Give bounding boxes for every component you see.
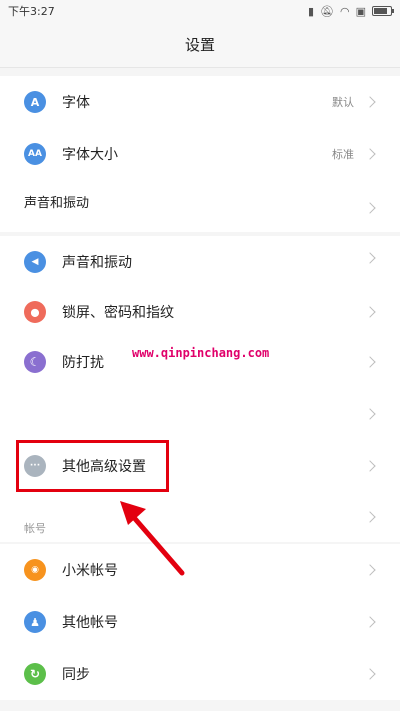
battery-icon bbox=[372, 6, 394, 16]
setting-row-blank[interactable] bbox=[0, 388, 400, 440]
font-icon: A bbox=[24, 91, 46, 113]
chevron-right-icon bbox=[364, 148, 376, 160]
page-title: 设置 bbox=[0, 22, 400, 68]
setting-row-lockscreen[interactable]: ⬤ 锁屏、密码和指纹 bbox=[0, 286, 400, 338]
chevron-right-icon bbox=[364, 511, 376, 523]
sync-icon: ↻ bbox=[24, 663, 46, 685]
chevron-right-icon bbox=[364, 564, 376, 576]
sim-icon: ▣ bbox=[355, 4, 366, 18]
setting-row-dnd[interactable]: ☾ 防打扰 bbox=[0, 336, 400, 388]
wifi-icon: ◠ bbox=[339, 4, 350, 18]
setting-row-sound-vibration-2[interactable]: ◀ 声音和振动 bbox=[0, 236, 400, 288]
chevron-right-icon bbox=[364, 306, 376, 318]
signal-icon: ▮ bbox=[307, 4, 315, 18]
setting-label: 字体大小 bbox=[62, 147, 118, 163]
section-header-account: 帐号 bbox=[24, 522, 46, 535]
account-icon: ♟ bbox=[24, 611, 46, 633]
watermark: www.qinpinchang.com bbox=[132, 346, 270, 360]
status-icons: ▮ 🔕︎ ◠ ▣ bbox=[307, 4, 394, 18]
arrow-annotation bbox=[120, 501, 185, 576]
chevron-right-icon bbox=[364, 202, 376, 214]
font-size-icon: AA bbox=[24, 143, 46, 165]
setting-label: 字体 bbox=[62, 95, 90, 111]
setting-label: 同步 bbox=[62, 667, 90, 683]
setting-label: 其他帐号 bbox=[62, 615, 118, 631]
speaker-icon: ◀ bbox=[24, 251, 46, 273]
status-bar: 下午3:27 ▮ 🔕︎ ◠ ▣ bbox=[0, 0, 400, 22]
chevron-right-icon bbox=[364, 96, 376, 108]
setting-row-font-size[interactable]: AA 字体大小 标准 bbox=[0, 128, 400, 180]
section-row-account: 帐号 bbox=[0, 492, 400, 542]
status-time: 下午3:27 bbox=[8, 5, 55, 18]
setting-row-font[interactable]: A 字体 默认 bbox=[0, 76, 400, 128]
setting-row-sound-vibration[interactable]: 声音和振动 bbox=[0, 180, 400, 232]
chevron-right-icon bbox=[364, 408, 376, 420]
chevron-right-icon bbox=[364, 460, 376, 472]
chevron-right-icon bbox=[364, 252, 376, 264]
setting-value: 标准 bbox=[332, 148, 354, 161]
setting-label: 防打扰 bbox=[62, 355, 104, 371]
highlight-box bbox=[16, 440, 169, 492]
lock-icon: ⬤ bbox=[24, 301, 46, 323]
chevron-right-icon bbox=[364, 668, 376, 680]
moon-icon: ☾ bbox=[24, 351, 46, 373]
chevron-right-icon bbox=[364, 616, 376, 628]
setting-label: 声音和振动 bbox=[62, 255, 132, 271]
setting-label: 锁屏、密码和指纹 bbox=[62, 305, 174, 321]
setting-value: 默认 bbox=[332, 96, 354, 109]
setting-label: 声音和振动 bbox=[24, 196, 90, 211]
setting-row-xiaomi-account[interactable]: ◉ 小米帐号 bbox=[0, 544, 400, 596]
mute-icon: 🔕︎ bbox=[320, 4, 334, 18]
setting-row-other-account[interactable]: ♟ 其他帐号 bbox=[0, 596, 400, 648]
chevron-right-icon bbox=[364, 356, 376, 368]
setting-row-sync[interactable]: ↻ 同步 bbox=[0, 648, 400, 700]
mi-account-icon: ◉ bbox=[24, 559, 46, 581]
